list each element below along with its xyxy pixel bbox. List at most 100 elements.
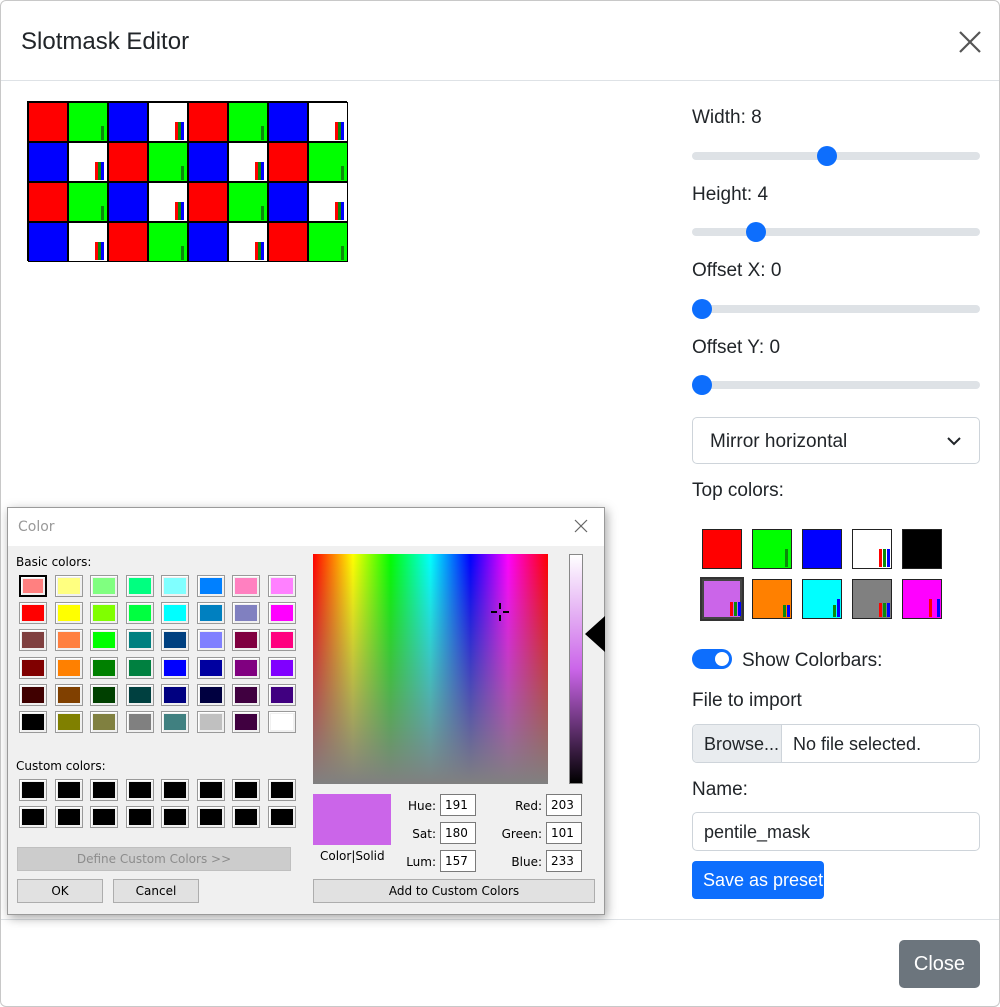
slotmask-preview[interactable] [27, 101, 348, 262]
name-input[interactable]: pentile_mask [692, 812, 980, 851]
basic-color-swatch[interactable] [125, 683, 154, 706]
basic-color-swatch[interactable] [267, 656, 296, 679]
top-color-black[interactable] [902, 529, 942, 569]
sat-input[interactable]: 180 [440, 822, 476, 844]
basic-color-swatch[interactable] [161, 683, 189, 706]
hue-input[interactable]: 191 [440, 794, 476, 816]
red-input[interactable]: 203 [546, 794, 582, 816]
close-button[interactable]: Close [899, 940, 980, 988]
mask-cell[interactable] [228, 182, 268, 222]
basic-color-swatch[interactable] [232, 683, 260, 706]
basic-color-swatch[interactable] [161, 575, 189, 597]
custom-color-swatch[interactable] [232, 806, 260, 828]
mask-cell[interactable] [68, 182, 108, 222]
mask-cell[interactable] [188, 182, 228, 222]
basic-color-swatch[interactable] [125, 711, 154, 733]
mask-cell[interactable] [148, 222, 188, 262]
close-icon[interactable] [955, 27, 985, 57]
basic-color-swatch[interactable] [125, 602, 154, 625]
custom-color-swatch[interactable] [54, 806, 83, 828]
mask-cell[interactable] [268, 222, 308, 262]
offset-y-slider[interactable] [692, 375, 980, 395]
top-color-cyan[interactable] [802, 579, 842, 619]
custom-color-swatch[interactable] [19, 806, 47, 828]
basic-color-swatch[interactable] [19, 575, 47, 597]
custom-color-swatch[interactable] [196, 806, 225, 828]
top-color-red[interactable] [702, 529, 742, 569]
custom-color-swatch[interactable] [90, 806, 118, 828]
offset-x-slider[interactable] [692, 299, 980, 319]
green-input[interactable]: 101 [546, 822, 582, 844]
top-color-green[interactable] [752, 529, 792, 569]
basic-color-swatch[interactable] [54, 602, 83, 625]
mask-cell[interactable] [28, 182, 68, 222]
basic-color-swatch[interactable] [267, 602, 296, 625]
basic-color-swatch[interactable] [196, 711, 225, 733]
custom-color-swatch[interactable] [161, 779, 189, 801]
top-color-orange[interactable] [752, 579, 792, 619]
basic-color-swatch[interactable] [232, 629, 260, 652]
lum-input[interactable]: 157 [440, 850, 476, 872]
basic-color-swatch[interactable] [19, 711, 47, 733]
luminance-arrow-icon[interactable] [585, 616, 605, 652]
basic-color-swatch[interactable] [267, 711, 296, 733]
basic-color-swatch[interactable] [54, 575, 83, 597]
basic-color-swatch[interactable] [196, 629, 225, 652]
width-slider[interactable] [692, 146, 980, 166]
top-color-gray[interactable] [852, 579, 892, 619]
cancel-button[interactable]: Cancel [113, 879, 199, 903]
mask-cell[interactable] [228, 142, 268, 182]
basic-color-swatch[interactable] [19, 683, 47, 706]
basic-color-swatch[interactable] [196, 683, 225, 706]
top-color-magenta[interactable] [902, 579, 942, 619]
mask-cell[interactable] [68, 102, 108, 142]
height-slider-thumb[interactable] [746, 222, 766, 242]
basic-color-swatch[interactable] [54, 711, 83, 733]
mask-cell[interactable] [268, 102, 308, 142]
basic-color-swatch[interactable] [125, 629, 154, 652]
basic-color-swatch[interactable] [161, 711, 189, 733]
basic-color-swatch[interactable] [90, 656, 118, 679]
basic-color-swatch[interactable] [232, 656, 260, 679]
define-custom-colors-button[interactable]: Define Custom Colors >> [17, 847, 291, 871]
show-colorbars-toggle[interactable] [692, 649, 732, 669]
color-spectrum[interactable] [313, 554, 548, 784]
basic-color-swatch[interactable] [196, 602, 225, 625]
mask-cell[interactable] [28, 142, 68, 182]
basic-color-swatch[interactable] [267, 629, 296, 652]
mask-cell[interactable] [148, 142, 188, 182]
offset-x-slider-thumb[interactable] [692, 299, 712, 319]
basic-color-swatch[interactable] [267, 683, 296, 706]
basic-color-swatch[interactable] [90, 683, 118, 706]
basic-color-swatch[interactable] [196, 656, 225, 679]
mask-cell[interactable] [188, 222, 228, 262]
mask-cell[interactable] [308, 142, 348, 182]
mask-cell[interactable] [148, 102, 188, 142]
mask-cell[interactable] [268, 182, 308, 222]
mask-cell[interactable] [108, 182, 148, 222]
mask-cell[interactable] [268, 142, 308, 182]
file-import-input[interactable]: Browse... No file selected. [692, 724, 980, 763]
mask-cell[interactable] [228, 222, 268, 262]
custom-color-swatch[interactable] [125, 806, 154, 828]
offset-y-slider-thumb[interactable] [692, 375, 712, 395]
custom-color-swatch[interactable] [19, 779, 47, 801]
top-color-purple[interactable] [700, 577, 744, 621]
height-slider[interactable] [692, 222, 980, 242]
basic-color-swatch[interactable] [90, 711, 118, 733]
save-preset-button[interactable]: Save as preset [692, 861, 824, 899]
blue-input[interactable]: 233 [546, 850, 582, 872]
mask-cell[interactable] [68, 222, 108, 262]
basic-color-swatch[interactable] [90, 629, 118, 652]
basic-color-swatch[interactable] [232, 711, 260, 733]
basic-color-swatch[interactable] [19, 656, 47, 679]
mask-cell[interactable] [108, 222, 148, 262]
mask-cell[interactable] [308, 182, 348, 222]
ok-button[interactable]: OK [17, 879, 103, 903]
custom-color-swatch[interactable] [196, 779, 225, 801]
custom-color-swatch[interactable] [267, 779, 296, 801]
mask-cell[interactable] [188, 102, 228, 142]
mask-cell[interactable] [28, 222, 68, 262]
mask-cell[interactable] [188, 142, 228, 182]
top-color-white[interactable] [852, 529, 892, 569]
